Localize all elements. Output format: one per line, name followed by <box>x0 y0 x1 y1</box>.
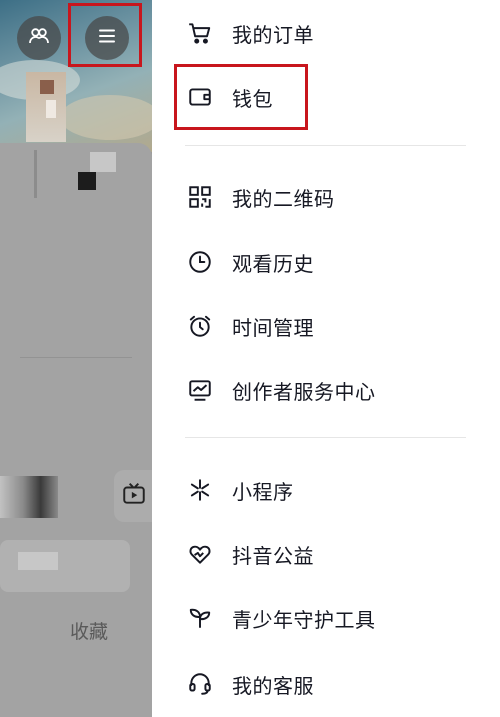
collect-tab[interactable]: 收藏 <box>70 617 108 644</box>
mini-program-icon <box>186 476 214 504</box>
blurred-item <box>0 476 58 518</box>
charity-heart-icon <box>186 540 214 568</box>
friends-icon <box>27 24 51 52</box>
creator-chart-icon <box>186 376 214 404</box>
menu-item-customer-service[interactable]: 我的客服 <box>152 656 500 712</box>
divider <box>185 145 466 146</box>
menu-button-highlight <box>68 3 142 67</box>
menu-item-label: 我的订单 <box>232 22 314 47</box>
menu-item-label: 观看历史 <box>232 251 314 276</box>
tv-button[interactable] <box>114 470 152 522</box>
menu-item-label: 小程序 <box>232 479 294 504</box>
shopping-cart-icon <box>186 19 214 47</box>
menu-item-label: 我的客服 <box>232 673 314 698</box>
blurred-name <box>90 152 116 172</box>
menu-item-label: 抖音公益 <box>232 543 314 568</box>
menu-item-qr-code[interactable]: 我的二维码 <box>152 169 500 225</box>
menu-item-charity[interactable]: 抖音公益 <box>152 526 500 582</box>
menu-item-label: 时间管理 <box>232 315 314 340</box>
divider <box>185 437 466 438</box>
friends-button[interactable] <box>17 16 61 60</box>
profile-background-overlay[interactable]: 收藏 <box>0 0 152 717</box>
menu-item-label: 我的二维码 <box>232 186 335 211</box>
menu-item-youth-protection[interactable]: 青少年守护工具 <box>152 590 500 646</box>
tv-icon <box>121 481 147 511</box>
wallet-highlight <box>174 64 308 130</box>
alarm-clock-icon <box>186 312 214 340</box>
sprout-icon <box>186 604 214 632</box>
menu-item-creator-center[interactable]: 创作者服务中心 <box>152 362 500 418</box>
menu-item-mini-programs[interactable]: 小程序 <box>152 462 500 518</box>
divider <box>20 357 132 358</box>
qr-code-icon <box>186 183 214 211</box>
menu-item-orders[interactable]: 我的订单 <box>152 5 500 61</box>
side-menu-drawer: 我的订单 钱包 我的二维码 观看历史 时间管理 创作者服务中心 小程序 抖音公益… <box>152 0 500 717</box>
menu-item-label: 青少年守护工具 <box>232 607 376 632</box>
menu-item-time-management[interactable]: 时间管理 <box>152 298 500 354</box>
headset-icon <box>186 670 214 698</box>
clock-icon <box>186 248 214 276</box>
menu-item-label: 创作者服务中心 <box>232 379 376 404</box>
menu-item-watch-history[interactable]: 观看历史 <box>152 234 500 290</box>
